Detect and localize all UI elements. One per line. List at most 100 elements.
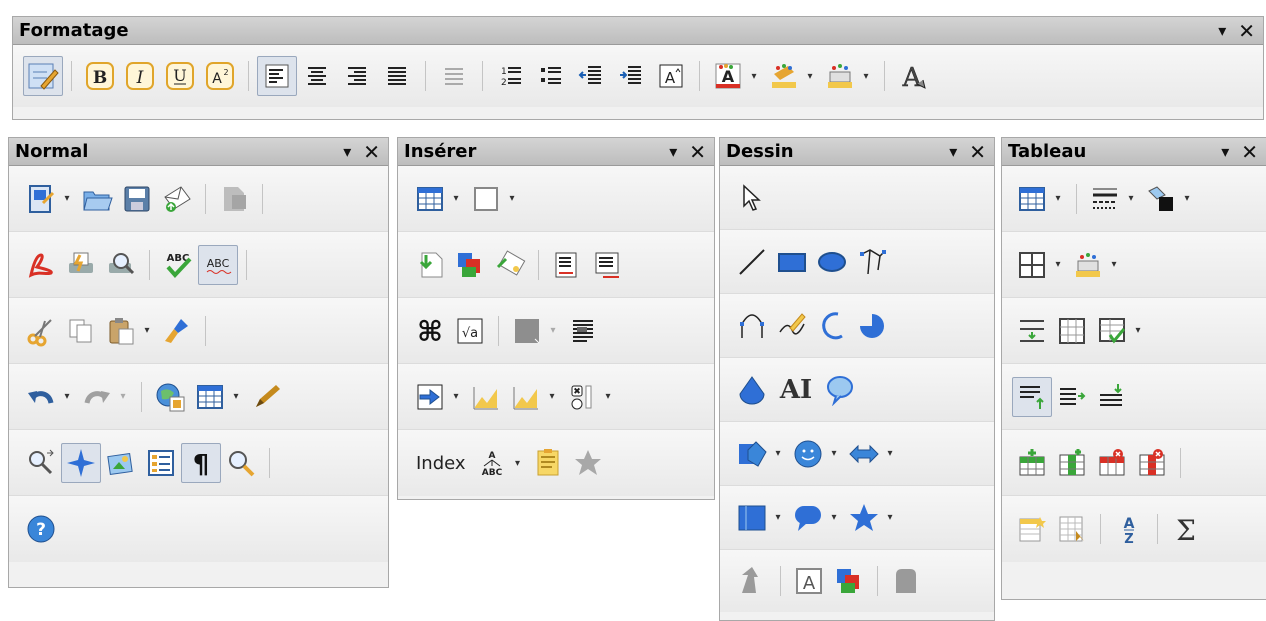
draw-object-button[interactable] [829,561,869,601]
table-background-color-button[interactable] [1068,245,1108,285]
table-close-icon[interactable]: ✕ [1241,142,1258,162]
select-button[interactable] [732,178,772,218]
increase-indent-button[interactable] [611,56,651,96]
insert-object-button[interactable] [450,245,490,285]
insert-row-button[interactable] [1012,443,1052,483]
highlight-button[interactable] [764,56,804,96]
insert-footnote-button[interactable] [547,245,587,285]
delete-column-button[interactable] [1132,443,1172,483]
formatting-marks-button[interactable]: ¶ [181,442,221,483]
sum-button[interactable]: Σ [1166,509,1206,549]
table-properties-button[interactable] [1052,509,1092,549]
table-insert-button[interactable] [1012,179,1052,219]
rectangle-button[interactable] [772,242,812,282]
open-button[interactable] [77,179,117,219]
edit-style-button[interactable] [23,56,63,96]
drawing-menu-icon[interactable]: ▾ [949,143,957,160]
insert-form-control-button[interactable] [410,377,450,417]
flowchart-button[interactable] [732,498,772,538]
delete-row-button[interactable] [1092,443,1132,483]
borders-button[interactable] [1012,245,1052,285]
optimize-dropdown[interactable]: ▾ [1132,316,1144,346]
symbol-shapes-dropdown[interactable]: ▾ [828,439,840,469]
insert-frame-button[interactable] [466,179,506,219]
drawing-close-icon[interactable]: ✕ [969,142,986,162]
insert-file-button[interactable] [410,245,450,285]
hyperlink-button[interactable] [150,377,190,417]
insert-fields-button[interactable] [563,311,603,351]
insert-index-button[interactable]: Index [410,443,472,483]
insert-menu-icon[interactable]: ▾ [669,143,677,160]
fill-shape-button[interactable] [732,370,772,410]
insert-close-icon[interactable]: ✕ [689,142,706,162]
numbering-button[interactable]: 12 [491,56,531,96]
data-sources-button[interactable] [141,443,181,483]
insert-titlebar[interactable]: Insérer ▾ ✕ [398,138,714,166]
insert-endnote-button[interactable] [587,245,627,285]
line-style-dropdown[interactable]: ▾ [1125,184,1137,214]
arc-button[interactable] [812,306,852,346]
table-titlebar[interactable]: Tableau ▾ ✕ [1002,138,1266,166]
symbol-shapes-button[interactable] [788,434,828,474]
table-dropdown[interactable]: ▾ [230,382,242,412]
copy-button[interactable] [61,311,101,351]
insert-frame-dropdown[interactable]: ▾ [506,184,518,214]
insert-special-character-button[interactable]: ⌘ [410,311,450,351]
insert-table-button[interactable] [410,179,450,219]
spellcheck-button[interactable]: ABC [158,245,198,285]
insert-picture-button[interactable] [490,245,530,285]
table-background-color-dropdown[interactable]: ▾ [1108,250,1120,280]
curve-button[interactable] [732,306,772,346]
standard-menu-icon[interactable]: ▾ [343,143,351,160]
undo-dropdown[interactable]: ▾ [61,382,73,412]
stars-button[interactable] [844,498,884,538]
new-document-button[interactable] [21,179,61,219]
find-replace-button[interactable] [21,443,61,483]
superscript-button[interactable]: A2 [200,56,240,96]
stars-dropdown[interactable]: ▾ [884,503,896,533]
freeform-line-button[interactable] [772,306,812,346]
basic-shapes-dropdown[interactable]: ▾ [772,439,784,469]
show-draw-functions-button[interactable] [246,377,286,417]
insert-formula-button[interactable]: √a [450,311,490,351]
table-menu-icon[interactable]: ▾ [1221,143,1229,160]
clone-formatting-button[interactable] [157,311,197,351]
insert-comment-button[interactable] [528,443,568,483]
help-button[interactable]: ? [21,509,61,549]
underline-button[interactable]: U [160,56,200,96]
background-color-button[interactable] [820,56,860,96]
optimize-button[interactable] [1092,311,1132,351]
borders-dropdown[interactable]: ▾ [1052,250,1064,280]
border-color-button[interactable] [1141,179,1181,219]
split-cells-button[interactable] [1052,311,1092,351]
highlight-dropdown[interactable]: ▾ [804,61,816,91]
auto-spellcheck-button[interactable]: ABC [198,244,238,285]
italic-button[interactable]: I [120,56,160,96]
align-right-button[interactable] [337,56,377,96]
email-button[interactable] [157,179,197,219]
formatting-titlebar[interactable]: Formatage ▾ ✕ [13,17,1263,45]
insert-text-box-draw-button[interactable]: A [789,561,829,601]
merge-cells-button[interactable] [1012,311,1052,351]
character-button[interactable]: A [893,56,933,96]
bullets-button[interactable] [531,56,571,96]
insert-caption-button[interactable] [506,377,546,417]
paste-dropdown[interactable]: ▾ [141,316,153,346]
block-arrows-dropdown[interactable]: ▾ [884,439,896,469]
save-button[interactable] [117,179,157,219]
insert-bibliography-dropdown[interactable]: ▾ [512,448,524,478]
align-bottom-button[interactable] [1092,377,1132,417]
block-arrows-button[interactable] [844,434,884,474]
font-color-button[interactable]: A [708,56,748,96]
align-center-button[interactable] [297,56,337,96]
paste-button[interactable] [101,311,141,351]
insert-caption-dropdown[interactable]: ▾ [546,382,558,412]
line-button[interactable] [732,242,772,282]
autoformat-button[interactable] [1012,509,1052,549]
insert-text-box-button[interactable] [466,377,506,417]
polygon-button[interactable] [852,242,892,282]
ellipse-button[interactable] [812,242,852,282]
sort-button[interactable]: AZ [1109,509,1149,549]
decrease-indent-button[interactable] [571,56,611,96]
zoom-button[interactable] [221,443,261,483]
